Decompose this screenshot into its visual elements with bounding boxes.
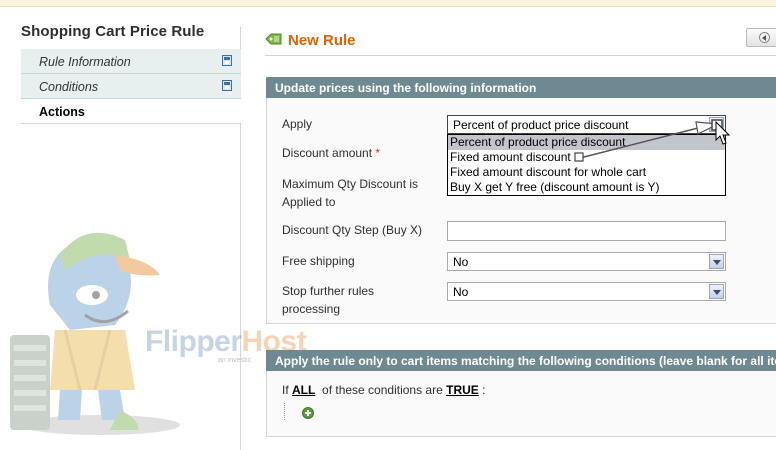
logo-tagline: an investic	[218, 357, 252, 364]
stop-rules-value: No	[453, 285, 469, 299]
free-shipping-value: No	[453, 255, 469, 269]
sidebar-tabs: Rule Information Conditions Actions	[21, 49, 241, 124]
conditions-combinator: If ALL of these conditions are TRUE :	[282, 383, 485, 397]
add-condition-icon[interactable]	[302, 407, 314, 419]
stop-rules-select[interactable]: No	[447, 282, 726, 301]
stop-rules-label-line1: Stop further rules	[282, 284, 375, 298]
if-prefix: If	[282, 383, 289, 397]
max-qty-label: Maximum Qty Discount is Applied to	[282, 175, 418, 211]
back-arrow-icon	[759, 32, 770, 43]
tab-label: Actions	[39, 105, 85, 119]
logo-part-flipper: Flipper	[145, 325, 242, 358]
top-strip	[0, 0, 776, 7]
tab-label: Rule Information	[39, 55, 131, 69]
apply-label: Apply	[282, 117, 313, 131]
required-mark: *	[375, 146, 381, 160]
tab-conditions[interactable]: Conditions	[21, 74, 241, 99]
chevron-down-icon[interactable]	[709, 284, 724, 299]
actions-section-heading: Update prices using the following inform…	[266, 77, 776, 98]
conditions-section-heading: Apply the rule only to cart items matchi…	[266, 350, 776, 371]
stop-rules-label-line2: processing	[282, 302, 341, 316]
max-qty-label-line1: Maximum Qty Discount is	[282, 177, 419, 191]
value-true-link[interactable]: TRUE	[446, 383, 479, 397]
qty-step-input[interactable]	[447, 221, 726, 241]
price-tag-icon	[265, 33, 282, 45]
aggregator-all-link[interactable]: ALL	[292, 383, 315, 397]
chevron-down-icon[interactable]	[709, 254, 724, 269]
apply-option[interactable]: Buy X get Y free (discount amount is Y)	[448, 180, 725, 195]
discount-amount-label: Discount amount *	[282, 144, 380, 162]
free-shipping-select[interactable]: No	[447, 252, 726, 271]
back-button[interactable]	[746, 28, 776, 47]
header-divider	[265, 55, 776, 56]
page-title: New Rule	[288, 32, 356, 49]
conditions-suffix: :	[482, 383, 486, 397]
discount-amount-text: Discount amount	[282, 146, 373, 160]
conditions-middle-text: of these conditions are	[322, 383, 443, 397]
save-icon	[222, 55, 232, 66]
sidebar-title: Shopping Cart Price Rule	[21, 23, 205, 40]
conditions-section-body	[266, 371, 776, 437]
tab-rule-information[interactable]: Rule Information	[21, 49, 241, 74]
qty-step-label: Discount Qty Step (Buy X)	[282, 223, 423, 237]
annotation-overlay	[574, 119, 731, 162]
tab-actions[interactable]: Actions	[21, 99, 241, 124]
stop-rules-label: Stop further rules processing	[282, 282, 374, 318]
condition-tree-guide	[284, 403, 285, 420]
tab-label: Conditions	[39, 80, 99, 94]
free-shipping-label: Free shipping	[282, 254, 355, 268]
save-icon	[222, 80, 232, 91]
max-qty-label-line2: Applied to	[282, 195, 336, 209]
